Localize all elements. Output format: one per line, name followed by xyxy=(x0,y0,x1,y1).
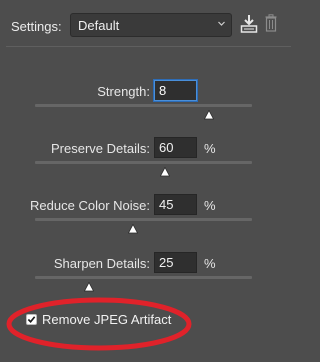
sharpen-details-input[interactable]: 25 xyxy=(154,252,197,273)
settings-label: Settings: xyxy=(11,19,62,34)
sharpen-details-slider-track[interactable] xyxy=(35,276,252,279)
preserve-details-input[interactable]: 60 xyxy=(154,137,197,158)
reduce-color-noise-slider-track[interactable] xyxy=(35,218,252,221)
reduce-color-noise-percent: % xyxy=(204,198,216,213)
preset-select[interactable]: Default xyxy=(70,13,232,37)
reduce-color-noise-input[interactable]: 45 xyxy=(154,194,197,215)
sharpen-details-label: Sharpen Details: xyxy=(53,256,150,271)
trash-icon[interactable] xyxy=(265,14,277,32)
header-divider xyxy=(6,46,291,47)
sharpen-details-percent: % xyxy=(204,256,216,271)
preserve-details-percent: % xyxy=(204,141,216,156)
reduce-color-noise-label: Reduce Color Noise: xyxy=(30,198,150,213)
strength-label: Strength: xyxy=(97,84,150,99)
preserve-details-label: Preserve Details: xyxy=(51,141,150,156)
preserve-details-slider-track[interactable] xyxy=(35,161,252,164)
highlight-annotation-ellipse xyxy=(6,297,192,351)
strength-slider-thumb[interactable] xyxy=(203,110,214,120)
strength-input[interactable]: 8 xyxy=(154,80,197,101)
preserve-details-slider-thumb[interactable] xyxy=(160,167,171,177)
strength-slider-track[interactable] xyxy=(35,104,252,107)
save-preset-icon[interactable] xyxy=(240,14,258,34)
preset-value: Default xyxy=(78,18,120,33)
reduce-color-noise-slider-thumb[interactable] xyxy=(127,224,138,234)
chevron-down-icon xyxy=(218,21,225,26)
